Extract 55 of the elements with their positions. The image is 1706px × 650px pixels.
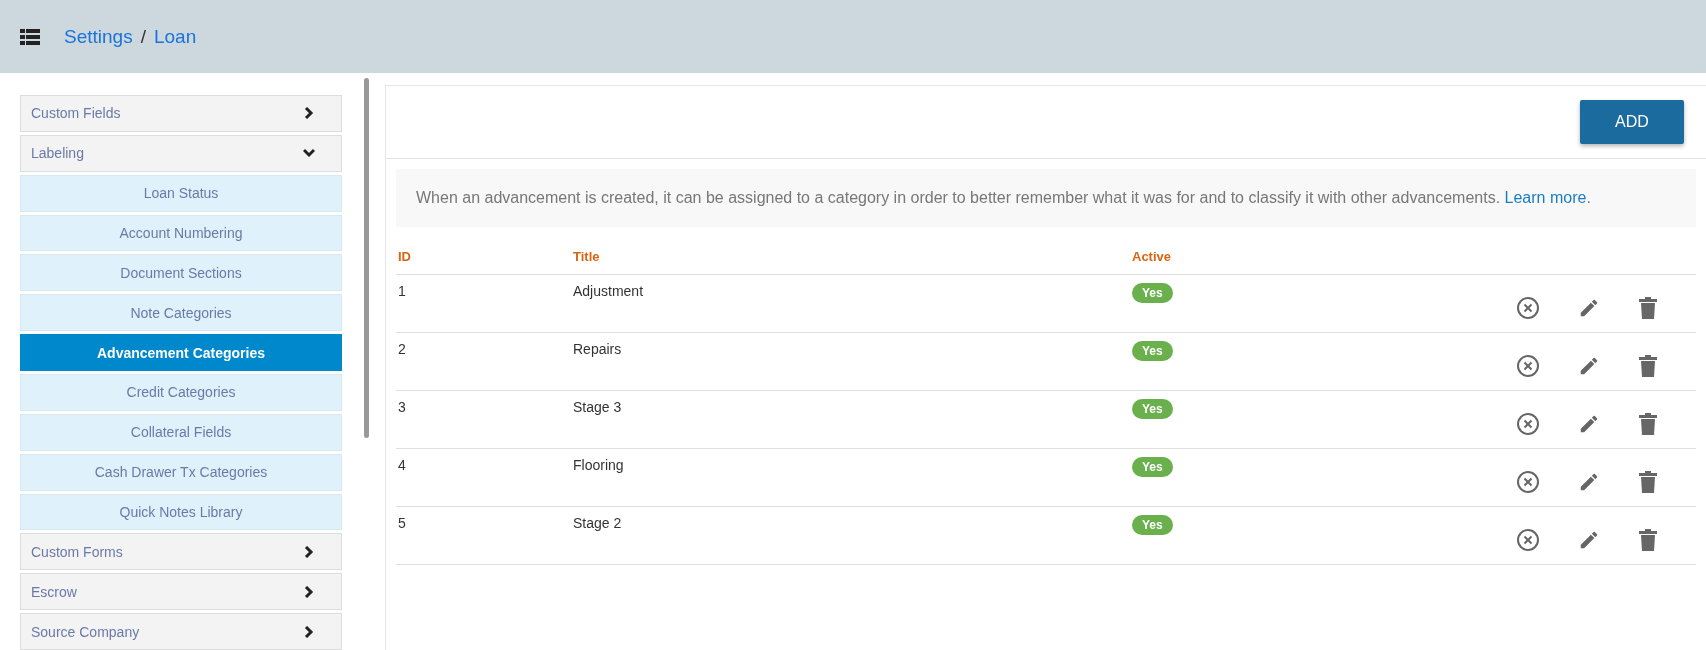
table-cell: Flooring — [571, 449, 1130, 507]
trash-icon[interactable] — [1638, 354, 1658, 377]
add-button[interactable]: ADD — [1580, 100, 1684, 144]
chevron-right-icon — [303, 107, 315, 120]
table-cell: 2 — [396, 333, 571, 391]
breadcrumb-separator: / — [140, 25, 146, 48]
sidebar-item[interactable]: Account Numbering — [20, 214, 342, 252]
sidebar-group[interactable]: Escrow — [20, 573, 342, 611]
breadcrumb-link[interactable]: Settings — [64, 25, 133, 48]
status-badge: Yes — [1132, 399, 1173, 419]
info-text: When an advancement is created, it can be assigned to a category in order to better remember what it was for and to classify it with other advancements. Learn more. — [396, 169, 1696, 227]
sidebar-item[interactable]: Note Categories — [20, 294, 342, 332]
trash-icon[interactable] — [1638, 412, 1658, 435]
learn-more-link[interactable]: Learn more — [1504, 189, 1587, 206]
sidebar-item[interactable]: Cash Drawer Tx Categories — [20, 453, 342, 491]
chevron-down-icon — [303, 147, 315, 160]
sidebar-group[interactable]: Labeling — [20, 134, 342, 172]
status-badge: Yes — [1132, 515, 1173, 535]
sidebar-item[interactable]: Document Sections — [20, 254, 342, 292]
table-cell: Stage 3 — [571, 391, 1130, 449]
column-header: Active — [1130, 227, 1516, 275]
sidebar-group[interactable]: Custom Fields — [20, 95, 342, 132]
sidebar-item[interactable]: Advancement Categories — [20, 334, 342, 371]
table-cell: Repairs — [571, 333, 1130, 391]
trash-icon[interactable] — [1638, 470, 1658, 493]
close-circle-icon[interactable] — [1516, 469, 1540, 494]
chevron-right-icon — [303, 585, 315, 598]
trash-icon[interactable] — [1638, 296, 1658, 319]
trash-icon[interactable] — [1638, 528, 1658, 551]
table-cell: 5 — [396, 507, 571, 565]
chevron-right-icon — [303, 625, 315, 638]
chevron-right-icon — [303, 545, 315, 558]
status-badge: Yes — [1132, 457, 1173, 477]
column-header: Title — [571, 227, 1130, 275]
table-cell: 4 — [396, 449, 571, 507]
table-cell: 3 — [396, 391, 571, 449]
sidebar-item[interactable]: Collateral Fields — [20, 413, 342, 451]
sidebar-item[interactable]: Credit Categories — [20, 374, 342, 411]
table-cell: Stage 2 — [571, 507, 1130, 565]
sidebar-group[interactable]: Source Company — [20, 613, 342, 650]
sidebar-item[interactable]: Quick Notes Library — [20, 493, 342, 531]
column-header: ID — [396, 227, 571, 275]
close-circle-icon[interactable] — [1516, 353, 1540, 378]
status-badge: Yes — [1132, 283, 1173, 303]
breadcrumb-link[interactable]: Loan — [153, 25, 197, 48]
close-circle-icon[interactable] — [1516, 295, 1540, 320]
scrollbar[interactable] — [364, 78, 369, 438]
close-circle-icon[interactable] — [1516, 411, 1540, 436]
table-cell: Adjustment — [571, 275, 1130, 333]
status-badge: Yes — [1132, 341, 1173, 361]
sidebar-group[interactable]: Custom Forms — [20, 533, 342, 571]
table-cell: 1 — [396, 275, 571, 333]
sidebar-item[interactable]: Loan Status — [20, 174, 342, 212]
close-circle-icon[interactable] — [1516, 527, 1540, 552]
list-icon[interactable] — [20, 28, 40, 45]
